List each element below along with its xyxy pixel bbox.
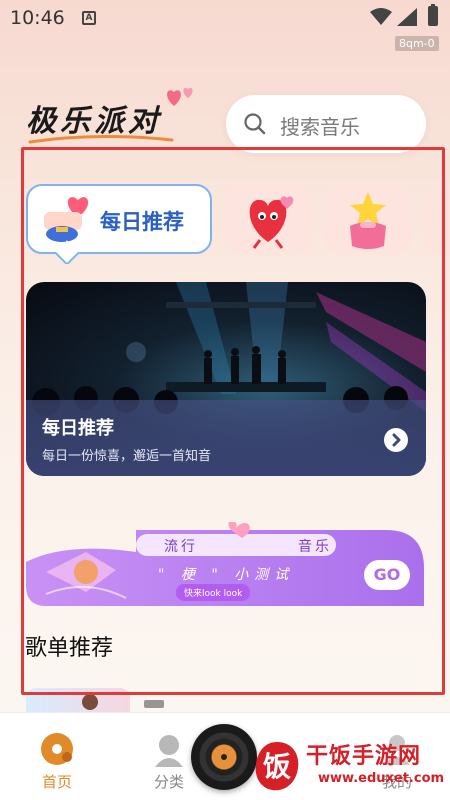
site-watermark: 饭 干饭手游网 www.eduxet.com <box>252 738 444 796</box>
app-notification-icon: A <box>82 11 96 25</box>
app-logo: 极乐派对 <box>26 87 196 146</box>
category-card-3[interactable] <box>324 184 412 254</box>
status-time: 10:46 <box>10 7 65 29</box>
now-playing-disc[interactable] <box>191 724 257 790</box>
banner-subtitle: 每日一份惊喜，邂逅一首知音 <box>42 449 212 464</box>
star-bag-icon <box>350 192 386 249</box>
hearts-icon <box>167 87 193 106</box>
search-placeholder: 搜索音乐 <box>280 115 360 139</box>
watermark-seal-logo: 饭 <box>255 742 299 791</box>
watermark-url: www.eduxet.com <box>318 771 445 786</box>
daily-recommend-banner[interactable]: 每日推荐 每日一份惊喜，邂逅一首知音 <box>26 282 426 476</box>
logo-swoosh-icon <box>28 134 174 144</box>
playlist-title-fragment <box>144 700 164 708</box>
wifi-icon <box>370 8 392 25</box>
device-tag: 8qm-0 <box>395 36 439 51</box>
signal-icon <box>397 8 417 26</box>
category-card-2[interactable] <box>224 184 312 254</box>
playlist-cover[interactable] <box>26 688 130 712</box>
status-bar: 10:46 A <box>0 0 450 36</box>
chevron-right-icon[interactable] <box>384 428 408 452</box>
category-card-daily[interactable]: 每日推荐 <box>26 184 212 254</box>
banner-title: 每日推荐 <box>42 418 114 439</box>
section-title-playlists: 歌单推荐 <box>25 636 114 661</box>
playlist-cover-image <box>82 694 98 710</box>
search-bar[interactable]: 搜索音乐 <box>226 95 426 153</box>
home-disc-icon <box>41 733 73 765</box>
battery-icon <box>428 4 438 26</box>
promo-tag: 快来look look <box>176 584 251 601</box>
category-row: 每日推荐 <box>26 184 450 264</box>
search-icon <box>244 113 266 135</box>
nav-home-label: 首页 <box>41 773 72 791</box>
gift-heart-icon <box>44 197 89 242</box>
quiz-promo-banner[interactable]: 流行 音乐 " 梗 " 小测试 快来look look GO <box>26 522 424 606</box>
promo-label-right: 音乐 <box>298 539 332 555</box>
promo-slogan: " 梗 " 小测试 <box>158 567 295 583</box>
category-card-4[interactable] <box>424 184 450 254</box>
nav-home[interactable]: 首页 <box>12 713 102 800</box>
category-user-icon <box>155 735 183 767</box>
svg-text:饭: 饭 <box>263 750 291 783</box>
watermark-name: 干饭手游网 <box>306 744 422 769</box>
category-label: 每日推荐 <box>100 210 184 234</box>
promo-label-left: 流行 <box>164 539 198 555</box>
heart-mascot-icon <box>249 196 294 249</box>
go-button[interactable]: GO <box>364 560 410 590</box>
